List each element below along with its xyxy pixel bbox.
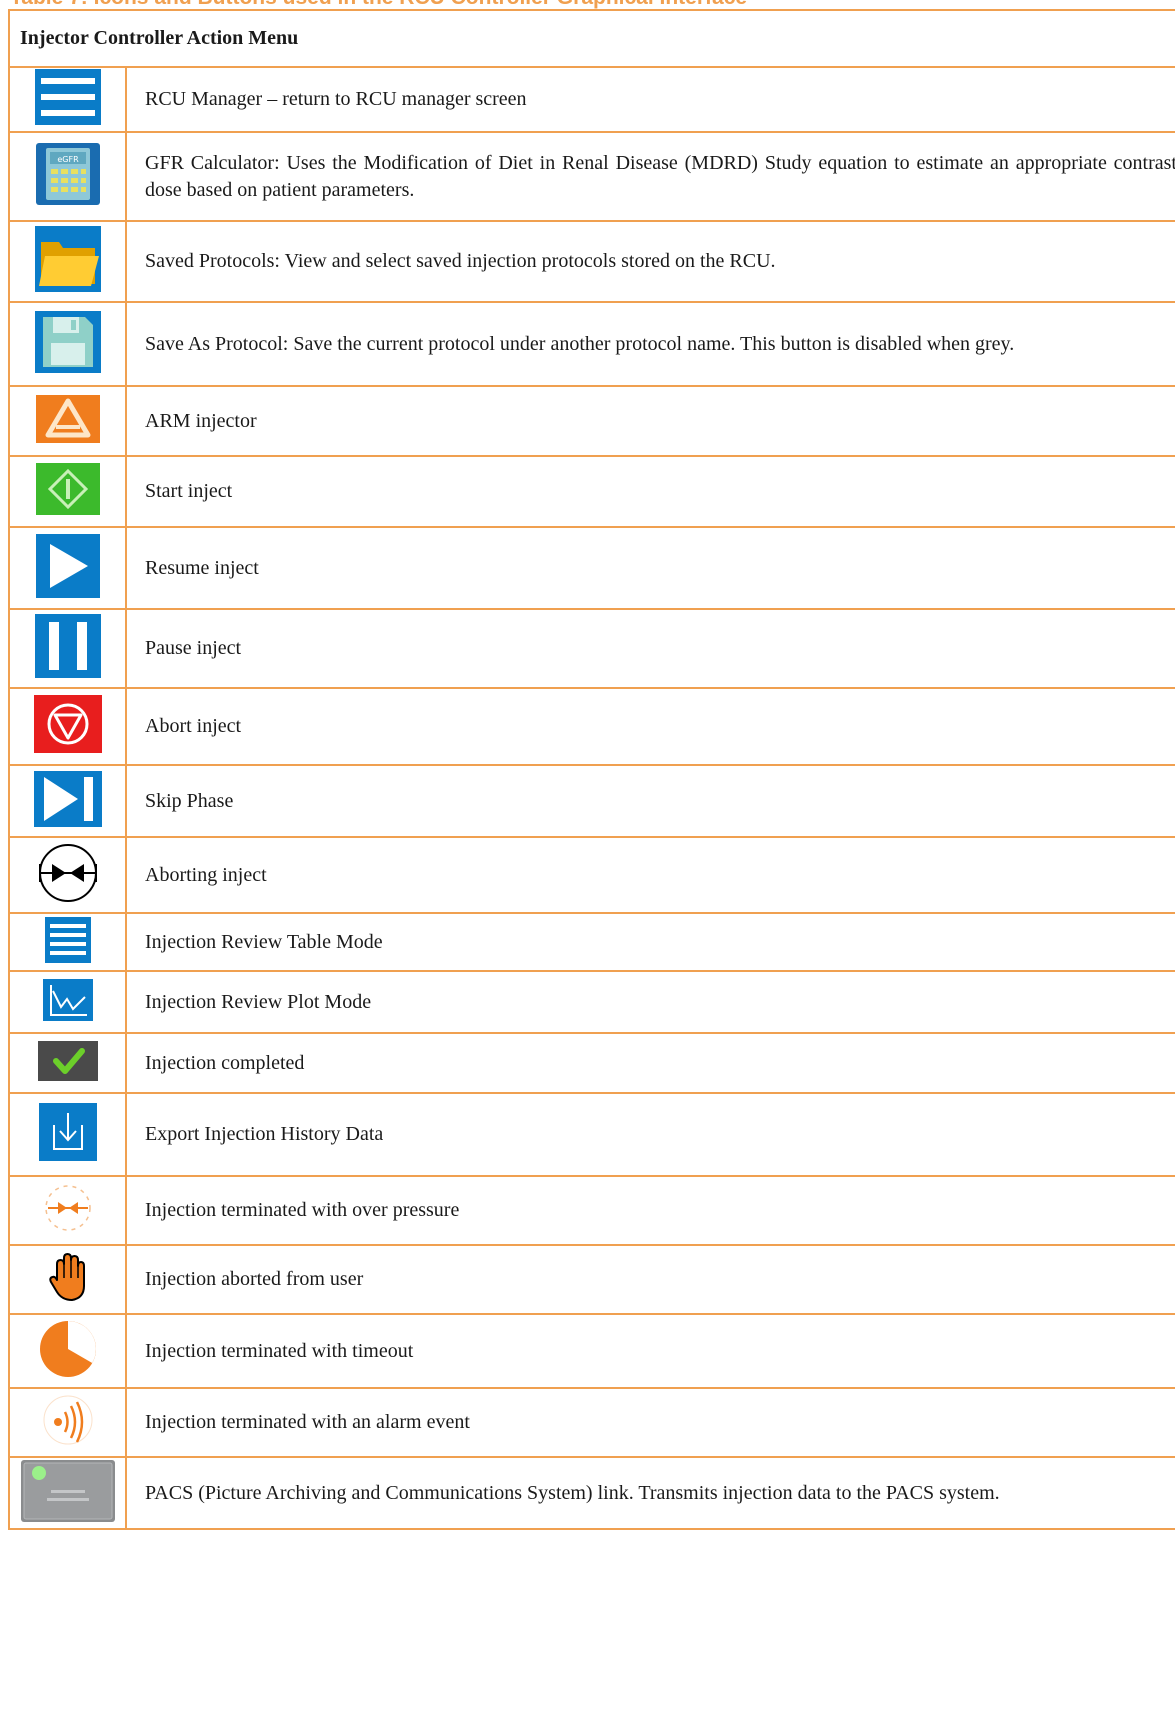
table-row: Injection Review Table Mode [9, 913, 1175, 972]
table-row: RCU Manager – return to RCU manager scre… [9, 67, 1175, 133]
table-header: Injector Controller Action Menu [9, 10, 1175, 68]
table-row: PACS (Picture Archiving and Communicatio… [9, 1457, 1175, 1530]
row-description: Skip Phase [126, 765, 1175, 838]
row-description: Injection Review Table Mode [126, 913, 1175, 972]
row-description: Injection Review Plot Mode [126, 971, 1175, 1034]
row-description: Injection terminated with timeout [126, 1314, 1175, 1389]
export-icon[interactable] [38, 1103, 97, 1166]
table-row: Pause inject [9, 609, 1175, 689]
aborting-valve-icon[interactable] [28, 842, 108, 909]
play-icon[interactable] [35, 533, 100, 603]
row-description: Injection terminated with an alarm event [126, 1388, 1175, 1458]
table-row: Resume inject [9, 527, 1175, 610]
table-row: Injection Review Plot Mode [9, 971, 1175, 1034]
table-row: Injection aborted from user [9, 1245, 1175, 1315]
table-row: Skip Phase [9, 765, 1175, 838]
row-description: Aborting inject [126, 837, 1175, 914]
icons-buttons-table: Injector Controller Action Menu RCU Mana… [8, 9, 1175, 1530]
timeout-pie-icon[interactable] [38, 1319, 98, 1384]
row-description: Saved Protocols: View and select saved i… [126, 221, 1175, 303]
row-description: Abort inject [126, 688, 1175, 766]
table-row: Save As Protocol: Save the current proto… [9, 302, 1175, 387]
checkmark-icon[interactable] [37, 1040, 98, 1086]
arm-warning-icon[interactable] [35, 394, 100, 448]
row-description: Injection aborted from user [126, 1245, 1175, 1315]
row-description: Resume inject [126, 527, 1175, 610]
row-description: Injection terminated with over pressure [126, 1176, 1175, 1246]
rcu-manager-icon[interactable] [34, 69, 101, 130]
table-row: Aborting inject [9, 837, 1175, 914]
table-row: Abort inject [9, 688, 1175, 766]
table-row: Start inject [9, 456, 1175, 528]
hand-stop-icon[interactable] [48, 1252, 88, 1307]
table-row: Saved Protocols: View and select saved i… [9, 221, 1175, 303]
table-row: Injection completed [9, 1033, 1175, 1094]
table-row: Injection terminated with over pressure [9, 1176, 1175, 1246]
over-pressure-icon[interactable] [38, 1182, 98, 1239]
row-description: RCU Manager – return to RCU manager scre… [126, 67, 1175, 133]
gfr-calculator-icon[interactable]: eGFR [35, 143, 100, 210]
plot-mode-icon[interactable] [42, 978, 93, 1026]
abort-stop-icon[interactable] [33, 695, 102, 758]
folder-icon[interactable] [34, 226, 101, 297]
row-description: Save As Protocol: Save the current proto… [126, 302, 1175, 387]
table-header-row: Injector Controller Action Menu [9, 10, 1175, 68]
row-description: PACS (Picture Archiving and Communicatio… [126, 1457, 1175, 1530]
row-description: Export Injection History Data [126, 1093, 1175, 1177]
alarm-icon[interactable] [38, 1394, 98, 1451]
row-description: Injection completed [126, 1033, 1175, 1094]
table-mode-icon[interactable] [44, 916, 91, 968]
table-row: ARM injector [9, 386, 1175, 457]
row-description: Pause inject [126, 609, 1175, 689]
row-description: GFR Calculator: Uses the Modification of… [126, 132, 1175, 222]
table-row: Injection terminated with timeout [9, 1314, 1175, 1389]
table-row: eGFR GFR Calculator: Uses the Modificati… [9, 132, 1175, 222]
pause-icon[interactable] [34, 614, 101, 683]
svg-text:eGFR: eGFR [57, 155, 79, 164]
table-row: Export Injection History Data [9, 1093, 1175, 1177]
skip-phase-icon[interactable] [33, 770, 102, 832]
row-description: Start inject [126, 456, 1175, 528]
start-inject-icon[interactable] [35, 463, 100, 520]
floppy-disk-icon[interactable] [34, 310, 101, 378]
pacs-link-icon[interactable] [20, 1459, 115, 1527]
row-description: ARM injector [126, 386, 1175, 457]
table-row: Injection terminated with an alarm event [9, 1388, 1175, 1458]
